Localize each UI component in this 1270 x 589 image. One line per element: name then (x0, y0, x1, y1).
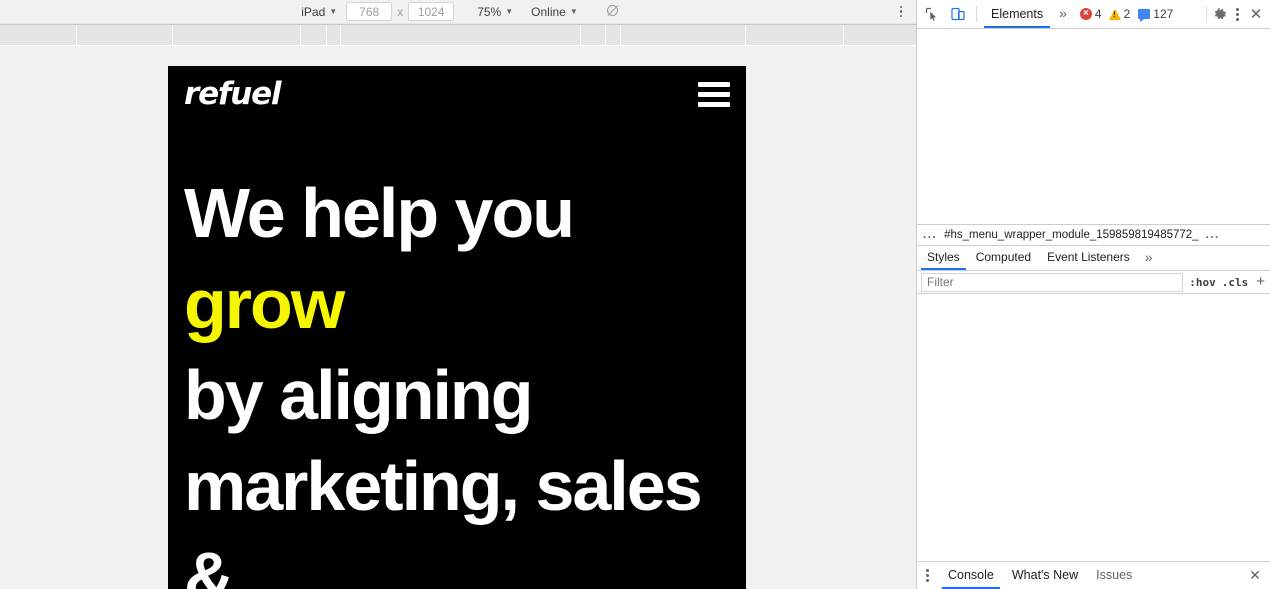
zoom-level-label: 75% (477, 4, 502, 19)
styles-pane-tabbar: Styles Computed Event Listeners » (917, 246, 1270, 271)
tab-styles[interactable]: Styles (919, 247, 968, 270)
tab-event-listeners[interactable]: Event Listeners (1039, 247, 1138, 269)
more-tools-icon[interactable] (1229, 5, 1245, 23)
tab-console[interactable]: Console (939, 564, 1003, 589)
dot (899, 5, 903, 9)
devtools-toolbar: Elements » × 4 2 127 (917, 0, 1270, 29)
ruler-tick (745, 25, 746, 45)
bar (698, 91, 730, 97)
brand-logo[interactable]: refuel (184, 77, 282, 111)
viewport-ruler[interactable] (0, 24, 916, 46)
dot (925, 569, 929, 572)
message-icon (1138, 9, 1151, 22)
ruler-tick (340, 25, 341, 45)
dimension-separator: x (397, 4, 404, 19)
ruler-tick (580, 25, 581, 45)
device-toolbar-controls: iPad ▼ x 75% ▼ Online ▼ (295, 2, 621, 21)
breadcrumb-overflow-left[interactable]: ... (923, 229, 937, 241)
close-drawer-icon[interactable]: ✕ (1243, 566, 1270, 586)
tab-issues[interactable]: Issues (1087, 564, 1141, 588)
more-panels-icon[interactable]: » (1138, 247, 1160, 269)
tab-elements[interactable]: Elements (982, 2, 1052, 28)
gear-icon[interactable] (1213, 7, 1228, 22)
headline-part-1: We help you (184, 174, 591, 252)
devtools-emulation-screenshot: iPad ▼ x 75% ▼ Online ▼ (0, 0, 1270, 589)
ruler-tick (326, 25, 327, 45)
chevron-down-icon: ▼ (569, 6, 578, 16)
ruler-tick (300, 25, 301, 45)
dot (899, 14, 903, 18)
styles-rules-pane[interactable] (917, 294, 1270, 561)
dot (1235, 7, 1239, 11)
devtools-panel: Elements » × 4 2 127 (916, 0, 1270, 589)
device-toolbar-icon[interactable] (945, 2, 971, 26)
headline-part-2: by aligning marketing, sales & technolog… (184, 356, 703, 589)
dot (1235, 17, 1239, 21)
new-style-rule-button[interactable]: + (1254, 274, 1267, 289)
devtools-toolbar-right: ✕ (1201, 5, 1269, 23)
bar (698, 101, 730, 107)
device-toolbar: iPad ▼ x 75% ▼ Online ▼ (0, 0, 916, 24)
no-throttling-icon[interactable] (606, 4, 621, 19)
bar (698, 81, 730, 87)
chevron-down-icon: ▼ (505, 6, 514, 16)
throttling-selector[interactable]: Online ▼ (525, 3, 584, 21)
breadcrumb-selected-node[interactable]: #hs_menu_wrapper_module_159859819485772_ (944, 229, 1199, 241)
breadcrumb: ... #hs_menu_wrapper_module_159859819485… (917, 224, 1270, 246)
ruler-tick (605, 25, 606, 45)
drawer-tabbar: Console What's New Issues ✕ (917, 561, 1270, 589)
dot (899, 10, 903, 13)
hamburger-menu-icon[interactable] (698, 81, 730, 107)
issue-counters: × 4 2 127 (1079, 7, 1174, 22)
ruler-tick (76, 25, 77, 45)
toolbar-divider (1206, 6, 1207, 22)
device-selector[interactable]: iPad ▼ (295, 3, 343, 21)
hero-content: refuel We help you grow by aligning mark… (168, 66, 746, 589)
emulation-canvas: refuel We help you grow by aligning mark… (0, 46, 916, 589)
breadcrumb-overflow-right[interactable]: ... (1206, 229, 1220, 241)
warning-icon (1108, 8, 1121, 20)
headline-accent-word: grow (184, 265, 345, 343)
tab-computed[interactable]: Computed (968, 247, 1039, 269)
dom-tree[interactable] (917, 29, 1270, 224)
inspect-element-icon[interactable] (919, 2, 945, 26)
viewport-height-input[interactable] (408, 2, 455, 21)
device-toolbar-overflow-button[interactable] (894, 4, 908, 20)
error-count: 4 (1094, 7, 1102, 21)
ruler-tick (172, 25, 173, 45)
throttling-label: Online (531, 4, 566, 19)
chevron-down-icon: ▼ (329, 6, 338, 16)
dot (925, 579, 929, 582)
close-icon[interactable]: ✕ (1246, 5, 1266, 23)
styles-filter-input[interactable] (921, 272, 1184, 292)
site-header: refuel (180, 66, 734, 112)
warning-counter[interactable]: 2 (1108, 7, 1131, 21)
hov-toggle[interactable]: :hov (1189, 276, 1216, 289)
cls-toggle[interactable]: .cls (1222, 276, 1249, 289)
styles-filter-row: :hov .cls + (917, 271, 1270, 294)
page-viewport: refuel We help you grow by aligning mark… (168, 66, 746, 589)
message-counter[interactable]: 127 (1138, 7, 1174, 22)
drawer-more-icon[interactable] (919, 567, 935, 585)
viewport-width-input[interactable] (346, 2, 393, 21)
toolbar-divider (976, 6, 977, 22)
ruler-tick (620, 25, 621, 45)
zoom-selector[interactable]: 75% ▼ (471, 3, 519, 21)
device-selector-label: iPad (301, 4, 326, 19)
error-icon: × (1079, 8, 1092, 20)
dot (1235, 12, 1239, 16)
ruler-tick (843, 25, 844, 45)
hero-section: refuel We help you grow by aligning mark… (168, 66, 746, 589)
hero-headline: We help you grow by aligning marketing, … (180, 168, 734, 589)
tab-whats-new[interactable]: What's New (1003, 564, 1087, 588)
dot (925, 574, 929, 577)
more-tabs-icon[interactable]: » (1052, 3, 1074, 25)
message-count: 127 (1153, 7, 1174, 21)
warning-count: 2 (1123, 7, 1131, 21)
device-emulation-pane: iPad ▼ x 75% ▼ Online ▼ (0, 0, 916, 589)
error-counter[interactable]: × 4 (1079, 7, 1102, 21)
